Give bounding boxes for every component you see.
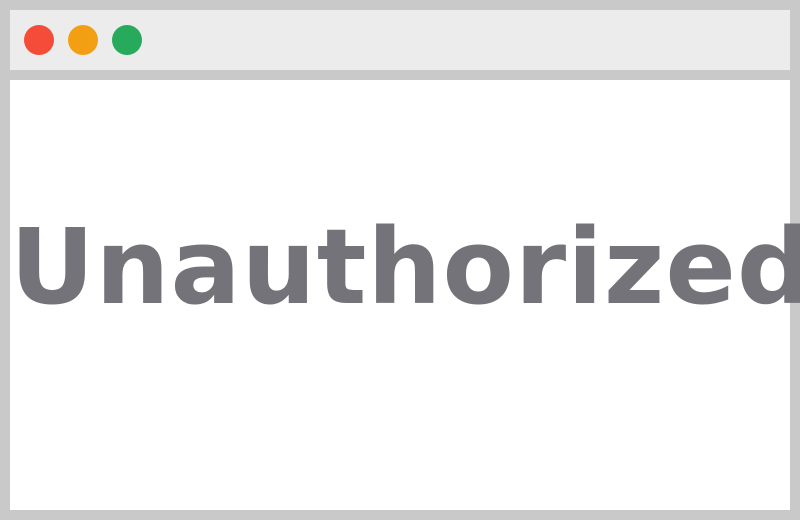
close-button[interactable] — [24, 25, 54, 55]
browser-window: Unauthorized — [0, 0, 800, 520]
minimize-button[interactable] — [68, 25, 98, 55]
unauthorized-message: Unauthorized — [10, 206, 800, 328]
window-titlebar — [10, 10, 790, 70]
maximize-button[interactable] — [112, 25, 142, 55]
page-content: Unauthorized — [10, 80, 800, 510]
